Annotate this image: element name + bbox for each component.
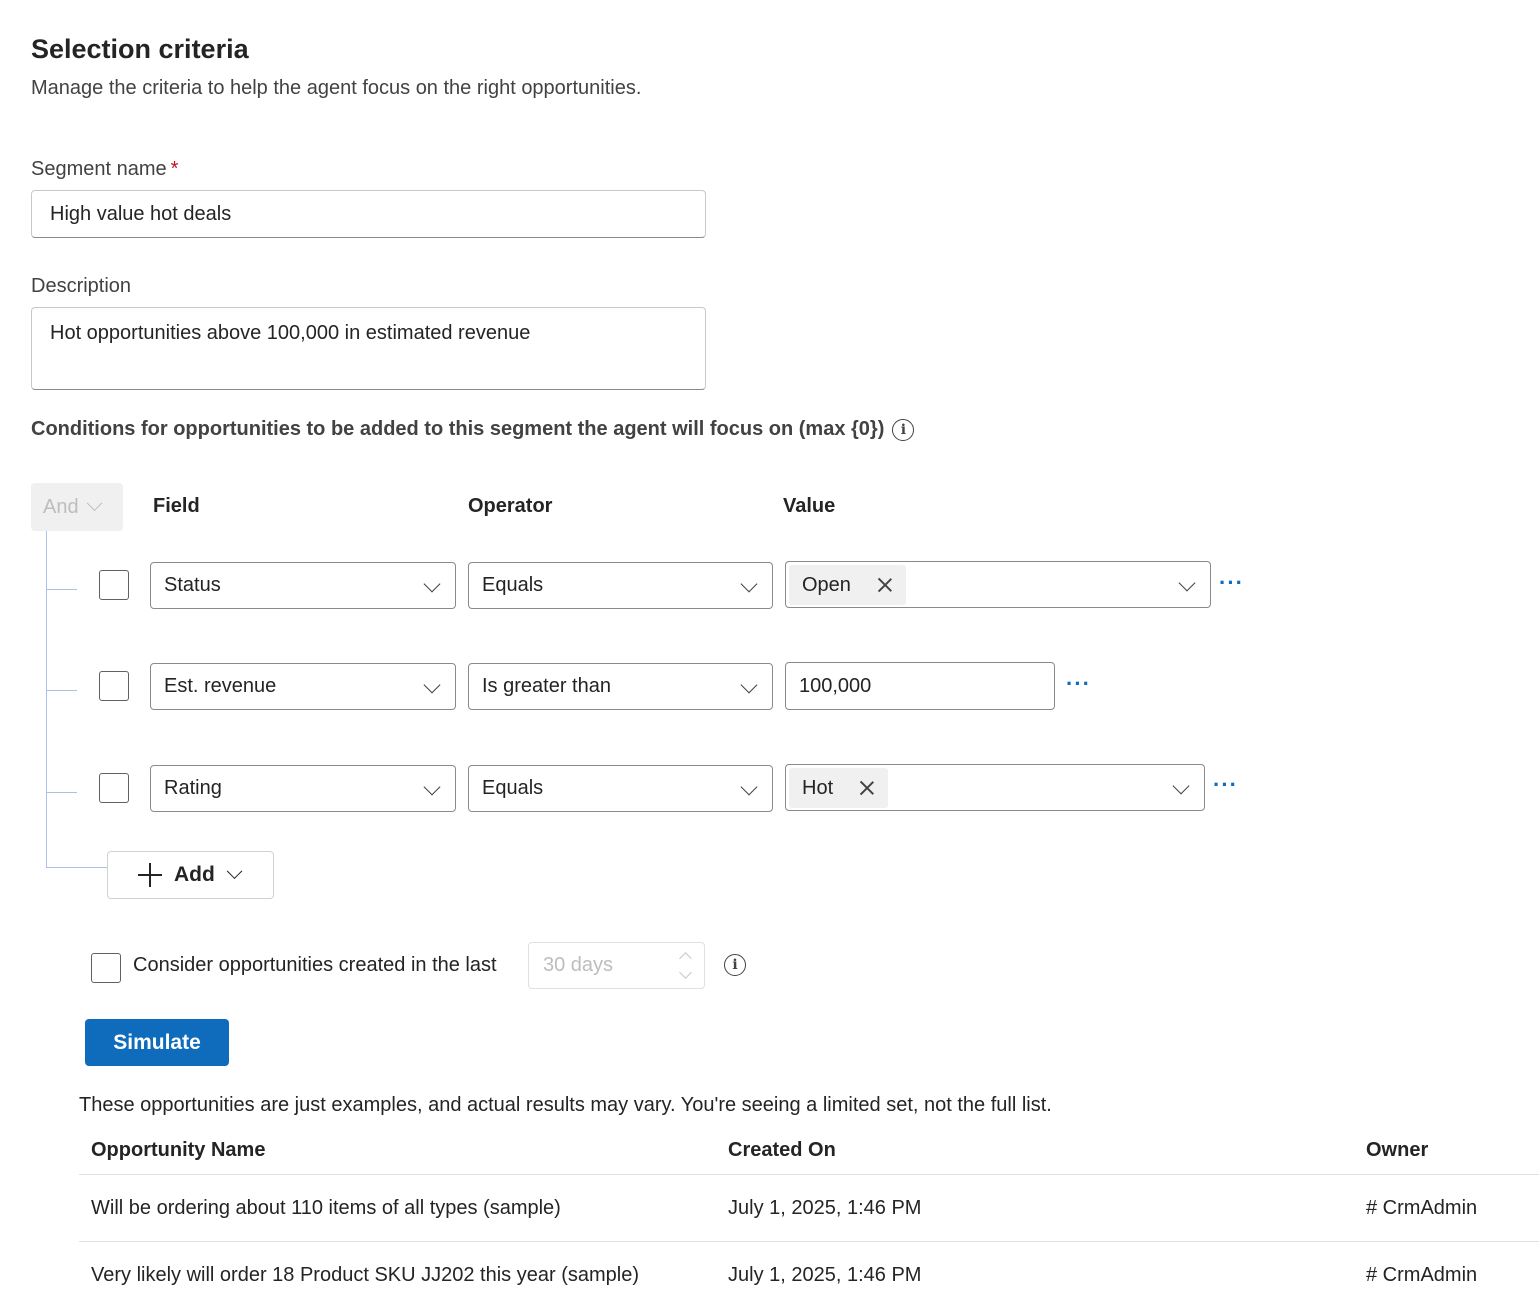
tree-branch <box>46 792 77 793</box>
value-tag-label: Open <box>802 574 851 597</box>
value-dropdown[interactable]: Hot <box>785 764 1205 811</box>
column-header-owner: Owner <box>1366 1139 1428 1162</box>
simulate-button[interactable]: Simulate <box>85 1019 229 1066</box>
tree-connector <box>46 531 47 868</box>
info-icon[interactable]: i <box>892 419 914 441</box>
cell-created-on: July 1, 2025, 1:46 PM <box>728 1264 921 1287</box>
info-icon[interactable]: i <box>724 954 746 976</box>
created-filter-label: Consider opportunities created in the la… <box>133 954 497 977</box>
page-subtitle: Manage the criteria to help the agent fo… <box>31 77 641 100</box>
tree-branch <box>46 589 77 590</box>
tree-branch <box>46 867 108 868</box>
description-value: Hot opportunities above 100,000 in estim… <box>50 322 530 344</box>
group-operator-value: And <box>43 496 79 519</box>
value-input-text: 100,000 <box>799 675 871 698</box>
column-header-value: Value <box>783 495 835 518</box>
column-header-field: Field <box>153 495 200 518</box>
group-operator-dropdown: And <box>31 483 123 531</box>
segment-name-value: High value hot deals <box>50 203 231 226</box>
field-dropdown-value: Status <box>164 574 221 597</box>
conditions-label-text: Conditions for opportunities to be added… <box>31 418 884 441</box>
field-dropdown-value: Est. revenue <box>164 675 276 698</box>
remove-tag-icon[interactable] <box>877 577 893 593</box>
operator-dropdown[interactable]: Equals <box>468 562 773 609</box>
column-header-operator: Operator <box>468 495 552 518</box>
column-header-created-on: Created On <box>728 1139 836 1162</box>
chevron-up-icon[interactable] <box>679 952 692 965</box>
required-mark: * <box>171 158 179 180</box>
condition-row-checkbox[interactable] <box>99 671 129 701</box>
value-dropdown[interactable]: Open <box>785 561 1211 608</box>
field-dropdown[interactable]: Est. revenue <box>150 663 456 710</box>
cell-created-on: July 1, 2025, 1:46 PM <box>728 1197 921 1220</box>
operator-dropdown-value: Is greater than <box>482 675 611 698</box>
remove-tag-icon[interactable] <box>859 780 875 796</box>
operator-dropdown-value: Equals <box>482 777 543 800</box>
field-dropdown[interactable]: Rating <box>150 765 456 812</box>
plus-icon <box>138 863 162 887</box>
row-more-options-button[interactable]: ··· <box>1213 772 1238 798</box>
column-header-opportunity-name: Opportunity Name <box>91 1139 265 1162</box>
field-dropdown-value: Rating <box>164 777 222 800</box>
operator-dropdown[interactable]: Equals <box>468 765 773 812</box>
description-label: Description <box>31 275 131 298</box>
cell-owner[interactable]: # CrmAdmin <box>1366 1264 1477 1287</box>
add-condition-button[interactable]: Add <box>107 851 274 899</box>
page-title: Selection criteria <box>31 34 249 65</box>
row-more-options-button[interactable]: ··· <box>1219 570 1244 596</box>
chevron-down-icon <box>227 863 243 879</box>
chevron-down-icon <box>1173 778 1190 795</box>
chevron-down-icon <box>741 779 758 796</box>
chevron-down-icon <box>424 576 441 593</box>
condition-row-checkbox[interactable] <box>99 570 129 600</box>
chevron-down-icon <box>86 495 102 511</box>
operator-dropdown-value: Equals <box>482 574 543 597</box>
tree-branch <box>46 690 77 691</box>
field-dropdown[interactable]: Status <box>150 562 456 609</box>
condition-row-checkbox[interactable] <box>99 773 129 803</box>
chevron-down-icon <box>1179 575 1196 592</box>
days-spin-input[interactable]: 30 days <box>528 942 705 989</box>
chevron-down-icon <box>424 677 441 694</box>
add-condition-label: Add <box>174 863 215 887</box>
chevron-down-icon[interactable] <box>679 966 692 979</box>
chevron-down-icon <box>741 677 758 694</box>
cell-opportunity-name[interactable]: Will be ordering about 110 items of all … <box>91 1197 561 1220</box>
chevron-down-icon <box>741 576 758 593</box>
value-tag-label: Hot <box>802 777 833 800</box>
table-row[interactable]: Will be ordering about 110 items of all … <box>79 1175 1539 1241</box>
segment-name-label: Segment name* <box>31 158 178 181</box>
segment-name-input[interactable]: High value hot deals <box>31 190 706 238</box>
days-spin-placeholder: 30 days <box>543 954 613 977</box>
value-input[interactable]: 100,000 <box>785 662 1055 710</box>
value-tag: Open <box>789 565 906 605</box>
results-note: These opportunities are just examples, a… <box>79 1094 1052 1117</box>
row-more-options-button[interactable]: ··· <box>1066 671 1091 697</box>
conditions-label: Conditions for opportunities to be added… <box>31 418 914 441</box>
created-filter-checkbox[interactable] <box>91 953 121 983</box>
operator-dropdown[interactable]: Is greater than <box>468 663 773 710</box>
value-tag: Hot <box>789 768 888 808</box>
chevron-down-icon <box>424 779 441 796</box>
cell-opportunity-name[interactable]: Very likely will order 18 Product SKU JJ… <box>91 1264 639 1287</box>
cell-owner[interactable]: # CrmAdmin <box>1366 1197 1477 1220</box>
table-row[interactable]: Very likely will order 18 Product SKU JJ… <box>79 1242 1539 1293</box>
segment-name-label-text: Segment name <box>31 158 167 180</box>
description-textarea[interactable]: Hot opportunities above 100,000 in estim… <box>31 307 706 390</box>
